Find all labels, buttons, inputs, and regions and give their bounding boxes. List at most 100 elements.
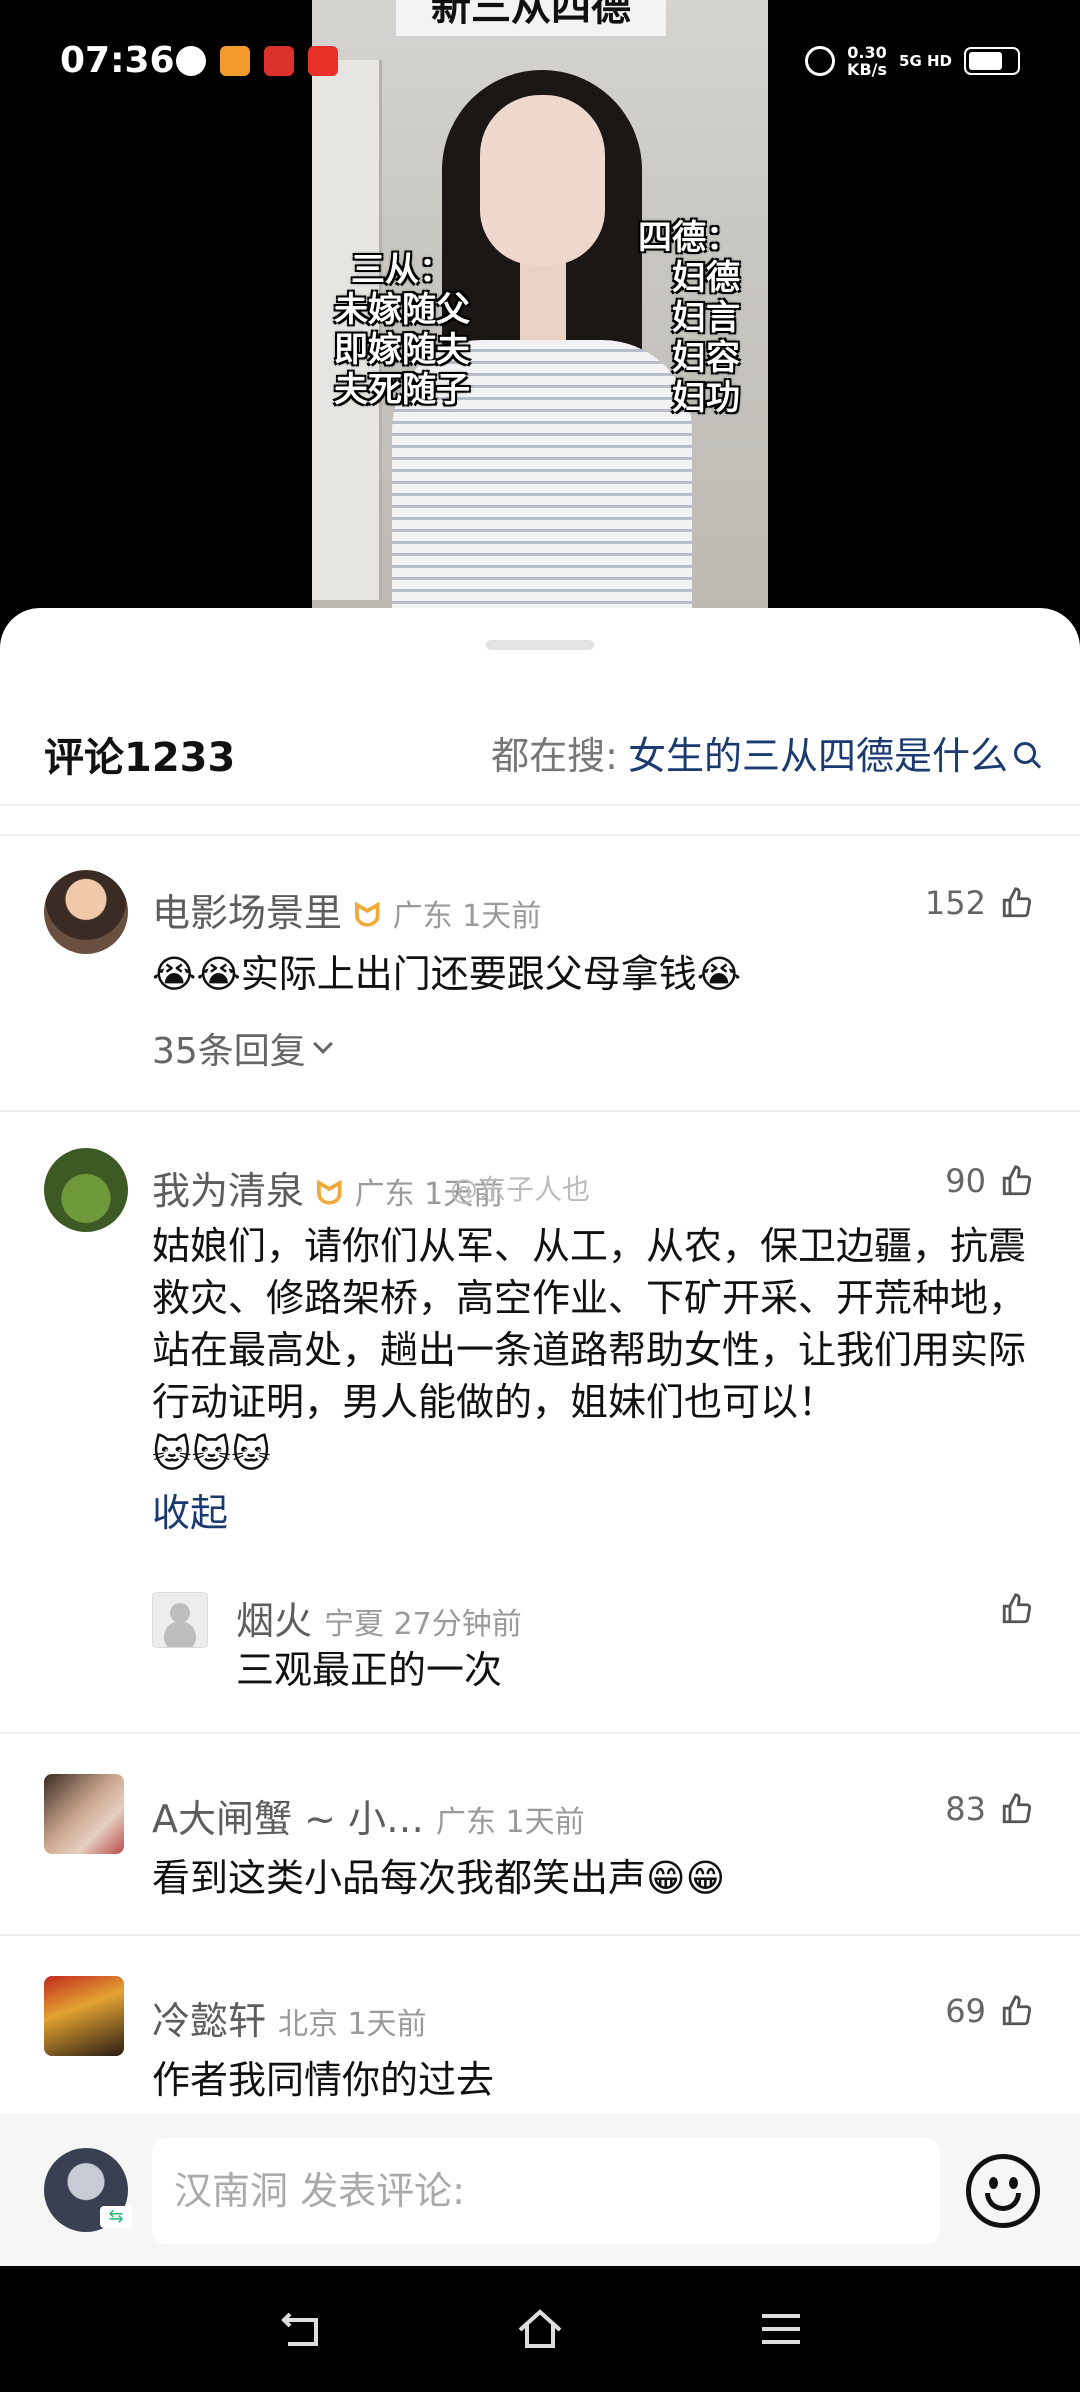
comment-item: A大闸蟹 ~ 小… 广东 1天前 83 看到这类小品每次我都笑出声😁😁: [0, 1774, 1080, 1926]
battery-icon: [964, 47, 1020, 75]
video-caption-left: 三从： 未嫁随父 即嫁随夫 夫死随子: [334, 250, 470, 410]
username[interactable]: 烟火: [236, 1590, 312, 1645]
comment-text: 姑娘们，请你们从军、从工，从农，保卫边疆，抗震救灾、修路架桥，高空作业、下矿开采…: [152, 1224, 1027, 1424]
emoji-mouth: [985, 2193, 1021, 2211]
menu-icon[interactable]: [756, 2304, 806, 2354]
view-replies-button[interactable]: 35条回复: [152, 1022, 333, 1074]
header-divider: [0, 804, 1080, 806]
divider: [0, 1110, 1080, 1112]
alarm-icon: [805, 46, 836, 76]
caption-line: 未嫁随父: [334, 290, 470, 330]
vip-badge-icon: ᗢ: [354, 896, 381, 934]
divider: [0, 1732, 1080, 1734]
search-query: 女生的三从四德是什么: [627, 734, 1008, 778]
location-time: 广东 1天前: [392, 899, 542, 934]
like-button[interactable]: 69: [945, 1992, 1034, 2030]
avatar[interactable]: [44, 1976, 124, 2056]
comment-count: 评论1233: [44, 735, 236, 781]
avatar[interactable]: [152, 1592, 208, 1648]
collapse-link[interactable]: 收起: [152, 1482, 228, 1537]
comment-text: 看到这类小品每次我都笑出声😁😁: [152, 1856, 726, 1900]
comment-item: 冷懿轩 北京 1天前 69 作者我同情你的过去: [0, 1976, 1080, 2108]
divider: [0, 1934, 1080, 1936]
reply-meta: 烟火 宁夏 27分钟前: [236, 1590, 522, 1645]
video-person-face: [480, 95, 605, 265]
avatar[interactable]: [44, 870, 128, 954]
status-right-group: 0.30 KB/s 5G HD: [805, 44, 1020, 78]
thumb-up-icon: [1002, 1593, 1032, 1624]
comment-meta: 电影场景里 ᗢ 广东 1天前: [152, 882, 541, 937]
watermark-text: @东子人也: [450, 1173, 591, 1206]
like-button[interactable]: 152: [925, 884, 1034, 922]
comment-text: 😭😭实际上出门还要跟父母拿钱😭: [152, 952, 742, 996]
location-time: 宁夏 27分钟前: [324, 1607, 522, 1642]
caption-line: 四德：: [638, 218, 740, 258]
caption-line: 妇容: [672, 338, 740, 378]
replies-count: 35条回复: [152, 1031, 306, 1072]
location-time: 广东 1天前: [436, 1805, 585, 1840]
switch-account-icon[interactable]: ⇆: [100, 2206, 132, 2228]
like-count: 83: [945, 1790, 986, 1828]
video-title-overlay: 新三从四德: [396, 0, 666, 36]
like-count: 90: [945, 1162, 986, 1200]
like-count: 152: [924, 884, 986, 922]
emoji-eye-left: [989, 2177, 998, 2189]
search-icon: [1014, 741, 1036, 764]
vip-badge-icon: ᗢ: [316, 1174, 343, 1212]
trending-search-link[interactable]: 都在搜: 女生的三从四德是什么: [491, 725, 1036, 780]
caption-line: 妇言: [672, 298, 740, 338]
video-player[interactable]: 新三从四德 三从： 未嫁随父 即嫁随夫 夫死随子 四德： 妇德 妇言 妇容 妇功…: [0, 0, 1080, 640]
caption-line: 即嫁随夫: [334, 330, 470, 370]
comment-meta: 冷懿轩 北京 1天前: [152, 1990, 427, 2045]
reply-item: 烟火 宁夏 27分钟前 三观最正的一次: [0, 1582, 1080, 1712]
like-count: 69: [945, 1992, 986, 2030]
comments-header: 评论1233 都在搜: 女生的三从四德是什么: [0, 703, 1080, 803]
video-caption-right: 四德： 妇德 妇言 妇容 妇功: [638, 218, 740, 418]
reply-text: 三观最正的一次: [236, 1648, 503, 1692]
username[interactable]: 电影场景里: [152, 882, 342, 937]
avatar[interactable]: [44, 1774, 124, 1854]
comment-meta: A大闸蟹 ~ 小… 广东 1天前: [152, 1788, 585, 1843]
caption-line: 妇功: [672, 378, 740, 418]
thumb-up-icon: [1002, 1793, 1032, 1824]
username[interactable]: 我为清泉: [152, 1160, 304, 1215]
comment-emoji-line: 🐱🐱🐱: [152, 1432, 271, 1476]
globe-icon: [176, 46, 206, 76]
like-button[interactable]: [1000, 1592, 1034, 1626]
caption-line: 三从：: [351, 250, 453, 290]
like-button[interactable]: 90: [945, 1162, 1034, 1200]
chevron-down-icon: [312, 1034, 333, 1054]
avatar[interactable]: [44, 1148, 128, 1232]
divider: [0, 834, 1080, 836]
home-icon[interactable]: [515, 2304, 565, 2354]
net-speed-unit: KB/s: [847, 60, 888, 79]
video-person-neck: [520, 255, 566, 350]
comment-item: 电影场景里 ᗢ 广东 1天前 152 😭😭实际上出门还要跟父母拿钱😭 35条回复: [0, 870, 1080, 1190]
thumb-up-icon: [1002, 1995, 1032, 2026]
thumb-up-icon: [1002, 1165, 1032, 1196]
username[interactable]: A大闸蟹 ~ 小…: [152, 1788, 424, 1843]
comment-input-bar: ⇆: [0, 2114, 1080, 2266]
network-indicator: 5G HD: [899, 52, 952, 70]
video-frame[interactable]: 新三从四德 三从： 未嫁随父 即嫁随夫 夫死随子 四德： 妇德 妇言 妇容 妇功: [312, 0, 768, 608]
thumb-up-icon: [1002, 887, 1032, 918]
smiley-face-icon[interactable]: [966, 2154, 1040, 2228]
back-icon[interactable]: [276, 2304, 326, 2354]
comments-sheet: 评论1233 都在搜: 女生的三从四德是什么 电影场景里 ᗢ 广东 1天前 15…: [0, 608, 1080, 2268]
system-nav-bar: [0, 2266, 1080, 2392]
caption-line: 妇德: [672, 258, 740, 298]
username[interactable]: 冷懿轩: [152, 1990, 266, 2045]
net-speed: 0.30 KB/s: [847, 44, 887, 78]
video-app-icon: [220, 46, 250, 76]
comment-input[interactable]: [152, 2138, 940, 2244]
comment-text: 作者我同情你的过去: [152, 2058, 495, 2102]
status-notification-icons: [176, 46, 338, 76]
sheet-drag-handle[interactable]: [486, 640, 594, 650]
news-app-icon: [264, 46, 294, 76]
net-speed-value: 0.30: [847, 43, 887, 62]
comment-item: 我为清泉 ᗢ 广东 1天前 @东子人也 90 姑娘们，请你们从军、从工，从农，保…: [0, 1148, 1080, 1568]
location-time: 北京 1天前: [278, 2007, 427, 2042]
shopping-app-icon: [308, 46, 338, 76]
like-button[interactable]: 83: [945, 1790, 1034, 1828]
caption-line: 夫死随子: [334, 370, 470, 410]
